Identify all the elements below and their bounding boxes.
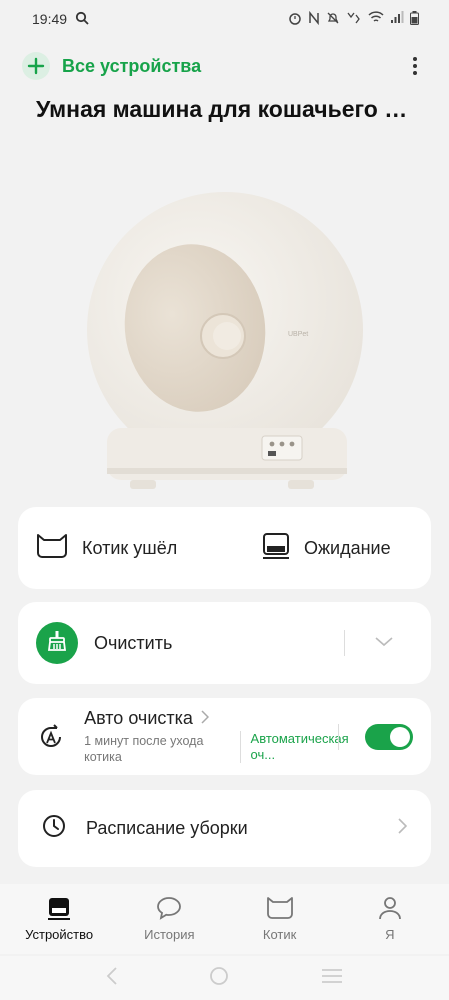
bottom-nav: Устройство История Котик Я [0, 884, 449, 954]
device-icon [47, 896, 71, 923]
nav-label-profile: Я [385, 927, 395, 942]
nav-label-cat: Котик [262, 927, 297, 942]
nav-item-device[interactable]: Устройство [9, 896, 109, 942]
profile-icon [378, 896, 402, 923]
schedule-card[interactable]: Расписание уборки [18, 790, 431, 867]
auto-clean-mode[interactable]: Автоматическая оч... [239, 730, 349, 763]
nav-item-cat[interactable]: Котик [230, 896, 330, 942]
back-icon[interactable] [106, 966, 118, 990]
mute-icon [326, 11, 340, 28]
nav-label-device: Устройство [25, 927, 94, 942]
recents-icon[interactable] [321, 968, 343, 989]
system-nav-bar [0, 956, 449, 1000]
broom-icon [46, 630, 68, 657]
chevron-down-icon[interactable] [375, 634, 393, 652]
schedule-label: Расписание уборки [86, 818, 248, 838]
status-bar: 19:49 [0, 0, 449, 38]
auto-clean-title: Авто очистка [84, 708, 193, 728]
cat-icon [36, 533, 68, 564]
auto-clean-link[interactable]: Авто очистка 1 минут после ухода котика [84, 708, 231, 765]
wifi-icon [368, 11, 384, 27]
auto-clean-toggle[interactable] [364, 723, 413, 750]
clean-card: Очистить [18, 602, 431, 684]
device-icon [262, 532, 290, 565]
auto-clean-subtitle: 1 минут после ухода котика [84, 734, 204, 764]
auto-clean-icon [36, 723, 65, 750]
home-icon[interactable] [209, 966, 229, 991]
all-devices-button[interactable]: Все устройства [22, 52, 201, 80]
all-devices-label: Все устройства [62, 55, 202, 76]
clean-label: Очистить [94, 632, 173, 653]
signal-icon [390, 11, 404, 27]
search-icon [75, 11, 89, 28]
clock-icon [42, 814, 66, 843]
device-state-text: Ожидание [304, 537, 391, 558]
alarm-icon [288, 11, 302, 28]
cat-status-text: Котик ушёл [82, 537, 178, 558]
cat-status: Котик ушёл [36, 533, 262, 564]
status-time: 19:49 [32, 11, 68, 27]
device-state: Ожидание [262, 532, 391, 565]
nav-item-history[interactable]: История [119, 896, 219, 942]
device-image: UBPet [80, 190, 370, 500]
chevron-right-icon [201, 708, 209, 729]
nfc-icon [308, 10, 320, 28]
divider [337, 723, 339, 750]
status-card: Котик ушёл Ожидание [18, 507, 431, 589]
chevron-right-icon [398, 818, 408, 839]
divider [344, 630, 345, 656]
more-options-icon[interactable] [403, 50, 427, 82]
chat-icon [156, 896, 182, 923]
device-title: Умная машина для кошачьего ту... [36, 96, 419, 122]
clean-button[interactable] [36, 622, 78, 664]
plus-icon [22, 52, 50, 80]
nav-item-profile[interactable]: Я [340, 896, 440, 942]
auto-clean-card: Авто очистка 1 минут после ухода котика … [18, 698, 431, 775]
volte-icon [346, 11, 362, 28]
top-bar: Все устройства [22, 50, 427, 82]
nav-label-history: История [144, 927, 195, 942]
battery-icon [410, 10, 419, 28]
device-brand-label: UBPet [288, 331, 308, 338]
cat-icon [266, 896, 294, 923]
